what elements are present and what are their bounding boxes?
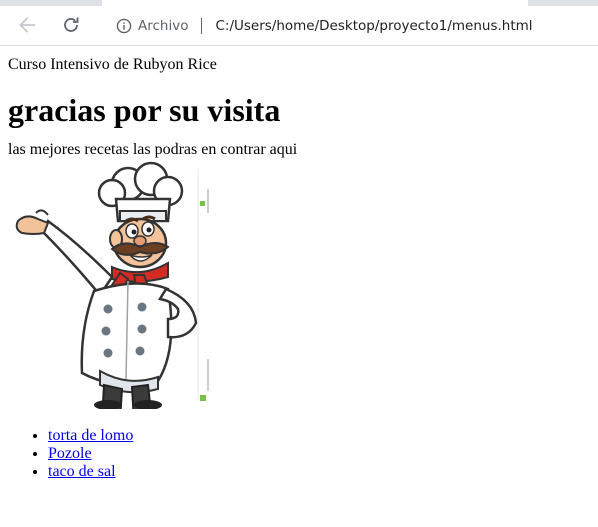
page-content: Curso Intensivo de Rubyon Rice gracias p… bbox=[0, 46, 598, 481]
tabstrip-edge bbox=[0, 0, 598, 6]
site-title: Curso Intensivo de Rubyon Rice bbox=[8, 56, 217, 73]
browser-toolbar: Archivo C:/Users/home/Desktop/proyecto1/… bbox=[0, 0, 598, 46]
menu-link-taco-de-sal[interactable]: taco de sal bbox=[48, 463, 116, 480]
chef-illustration bbox=[15, 159, 216, 409]
info-icon[interactable] bbox=[116, 18, 132, 34]
back-arrow-icon bbox=[19, 17, 35, 33]
security-label: Archivo bbox=[138, 18, 189, 34]
reload-button[interactable] bbox=[60, 14, 82, 36]
page-heading: gracias por su visita bbox=[8, 92, 281, 128]
reload-icon bbox=[64, 17, 79, 32]
recipe-menu-list: torta de lomo Pozole taco de sal bbox=[8, 427, 590, 481]
url-text[interactable]: C:/Users/home/Desktop/proyecto1/menus.ht… bbox=[215, 18, 532, 34]
menu-link-torta-de-lomo[interactable]: torta de lomo bbox=[48, 427, 133, 444]
list-item: taco de sal bbox=[48, 463, 590, 481]
list-item: torta de lomo bbox=[48, 427, 590, 445]
page-subtitle: las mejores recetas las podras en contra… bbox=[8, 141, 298, 158]
address-bar[interactable]: Archivo C:/Users/home/Desktop/proyecto1/… bbox=[104, 11, 598, 41]
back-button[interactable] bbox=[16, 14, 38, 36]
active-tab-edge bbox=[102, 0, 528, 6]
omnibox-divider bbox=[201, 18, 203, 34]
menu-link-pozole[interactable]: Pozole bbox=[48, 445, 92, 462]
list-item: Pozole bbox=[48, 445, 590, 463]
